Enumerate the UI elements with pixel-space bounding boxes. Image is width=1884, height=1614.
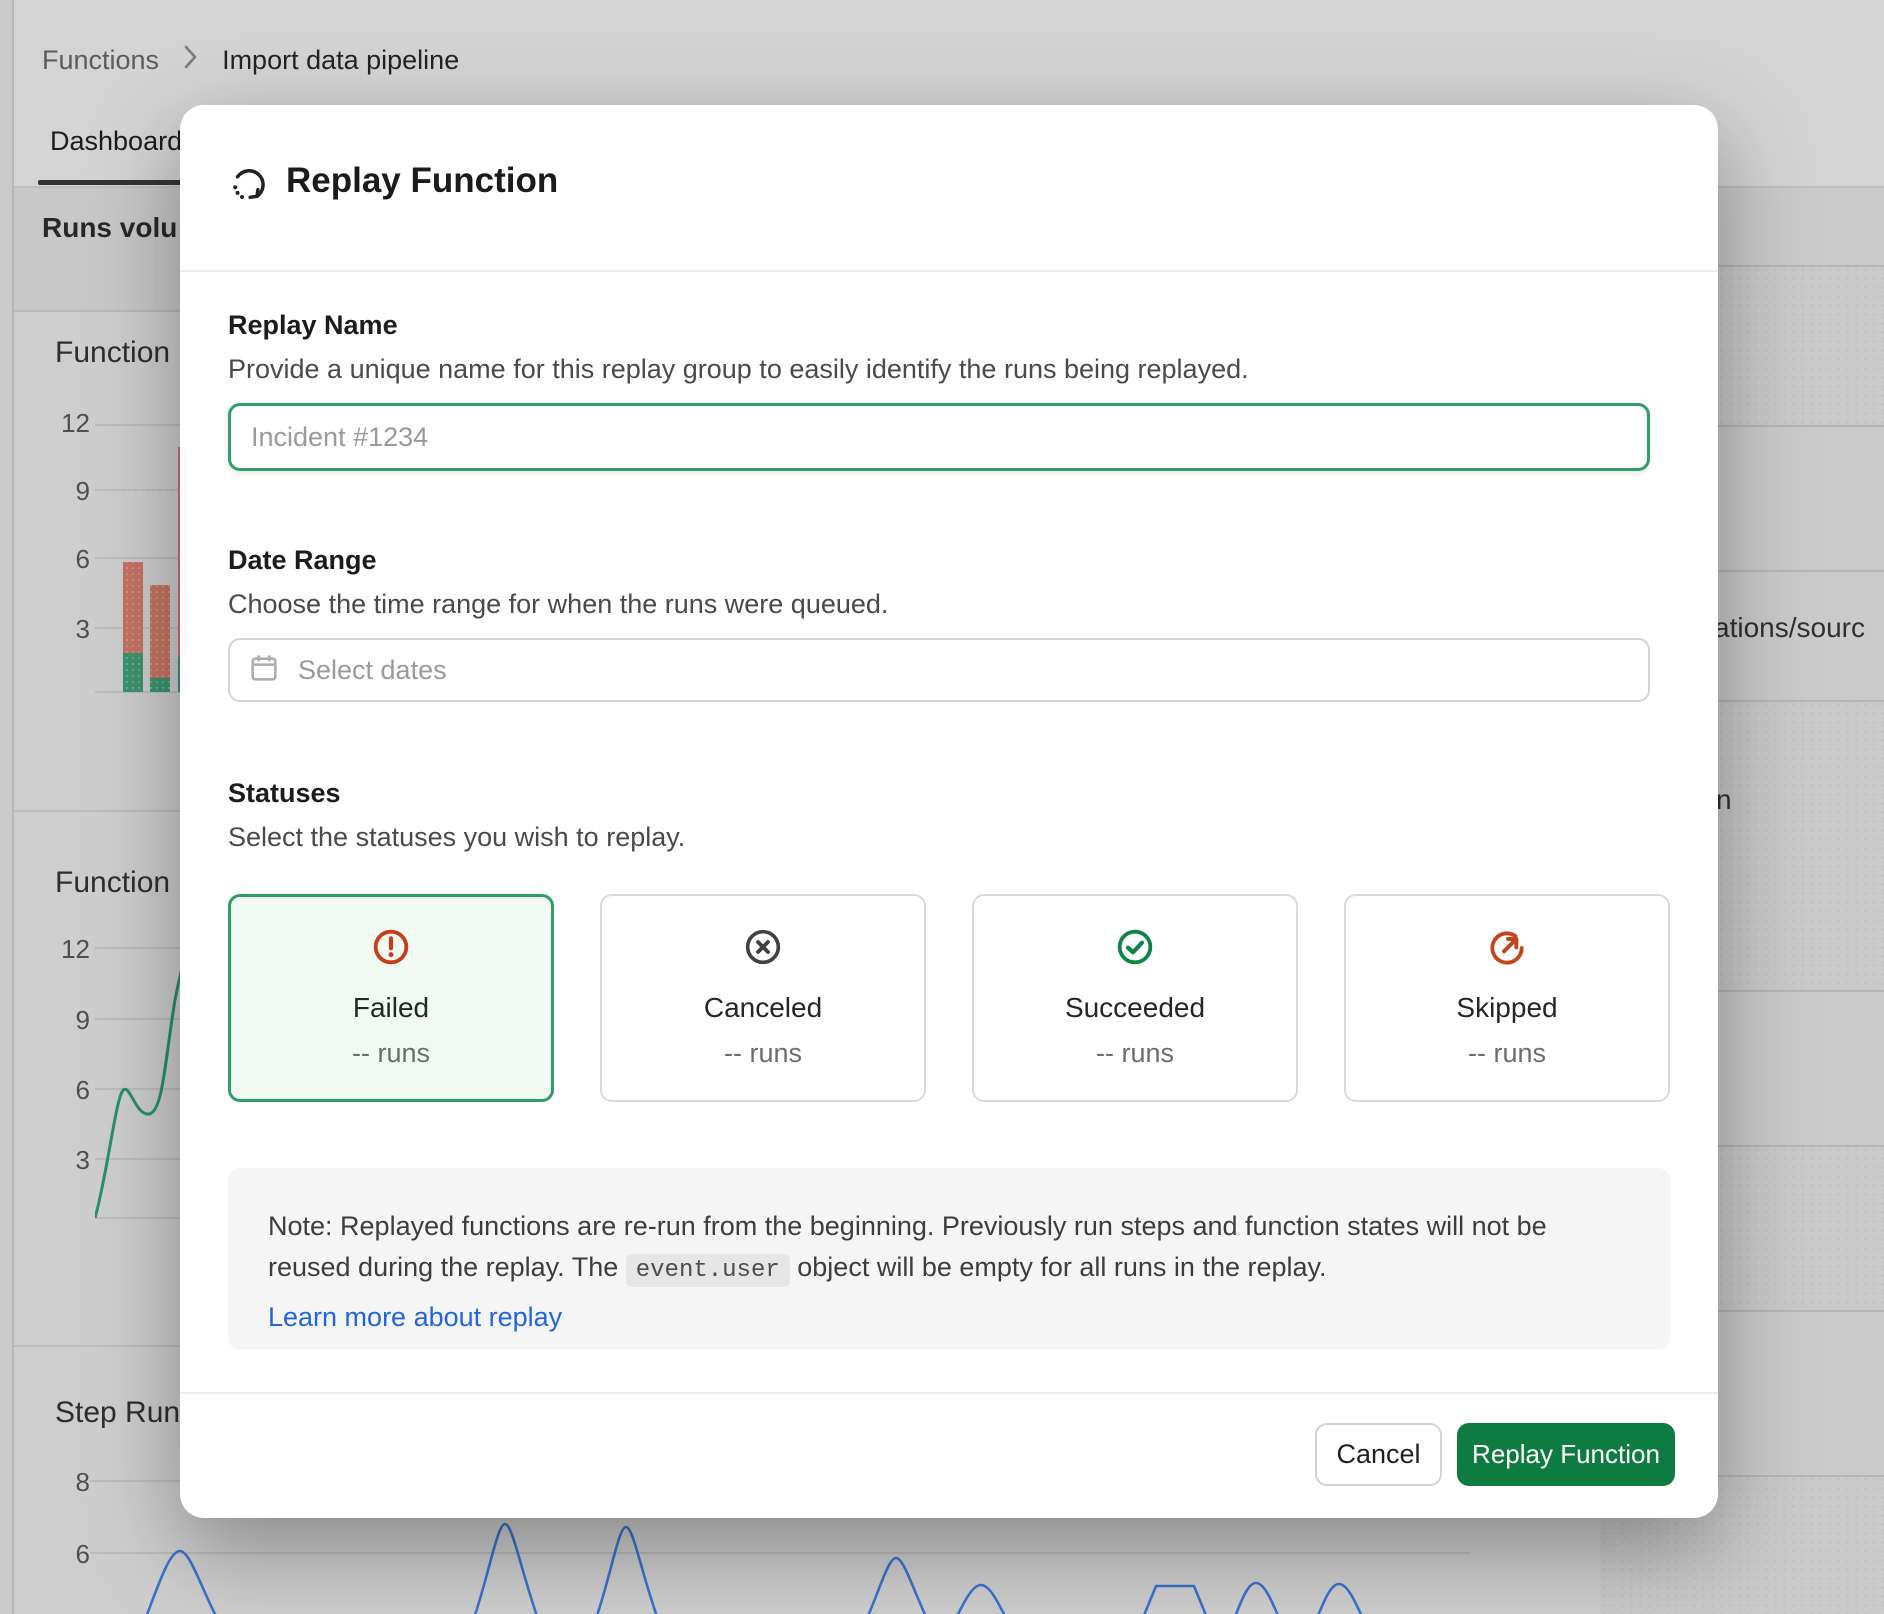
replay-name-input[interactable] [228, 403, 1650, 471]
replay-function-button[interactable]: Replay Function [1457, 1423, 1675, 1486]
modal-title: Replay Function [286, 161, 558, 201]
status-card-skipped[interactable]: Skipped -- runs [1344, 894, 1670, 1102]
status-card-runs: -- runs [1468, 1038, 1546, 1069]
status-card-runs: -- runs [1096, 1038, 1174, 1069]
date-range-description: Choose the time range for when the runs … [228, 589, 888, 620]
status-card-label: Failed [353, 992, 429, 1024]
modal-header: Replay Function [180, 105, 1718, 270]
replay-function-modal: Replay Function Replay Name Provide a un… [180, 105, 1718, 1518]
alert-circle-icon [371, 927, 411, 972]
status-card-label: Succeeded [1065, 992, 1205, 1024]
modal-footer-divider [180, 1392, 1718, 1394]
learn-more-link[interactable]: Learn more about replay [268, 1297, 562, 1338]
status-card-succeeded[interactable]: Succeeded -- runs [972, 894, 1298, 1102]
status-card-label: Skipped [1456, 992, 1557, 1024]
replay-name-label: Replay Name [228, 310, 398, 341]
skip-circle-icon [1487, 927, 1527, 972]
status-card-label: Canceled [704, 992, 822, 1024]
date-range-placeholder: Select dates [298, 655, 447, 686]
check-circle-icon [1115, 927, 1155, 972]
replay-name-description: Provide a unique name for this replay gr… [228, 354, 1249, 385]
note-text-after: object will be empty for all runs in the… [790, 1252, 1327, 1282]
replay-icon [228, 165, 270, 207]
statuses-description: Select the statuses you wish to replay. [228, 822, 685, 853]
calendar-icon [248, 652, 280, 689]
cancel-button[interactable]: Cancel [1315, 1423, 1442, 1486]
status-card-failed[interactable]: Failed -- runs [228, 894, 554, 1102]
status-card-canceled[interactable]: Canceled -- runs [600, 894, 926, 1102]
status-cards: Failed -- runs Canceled -- runs Succeede… [228, 894, 1670, 1102]
status-card-runs: -- runs [352, 1038, 430, 1069]
status-card-runs: -- runs [724, 1038, 802, 1069]
statuses-label: Statuses [228, 778, 341, 809]
x-circle-icon [743, 927, 783, 972]
date-range-input[interactable]: Select dates [228, 638, 1650, 702]
replay-note: Note: Replayed functions are re-run from… [228, 1168, 1670, 1350]
note-code-chip: event.user [626, 1254, 790, 1287]
modal-header-divider [180, 270, 1718, 272]
date-range-label: Date Range [228, 545, 377, 576]
